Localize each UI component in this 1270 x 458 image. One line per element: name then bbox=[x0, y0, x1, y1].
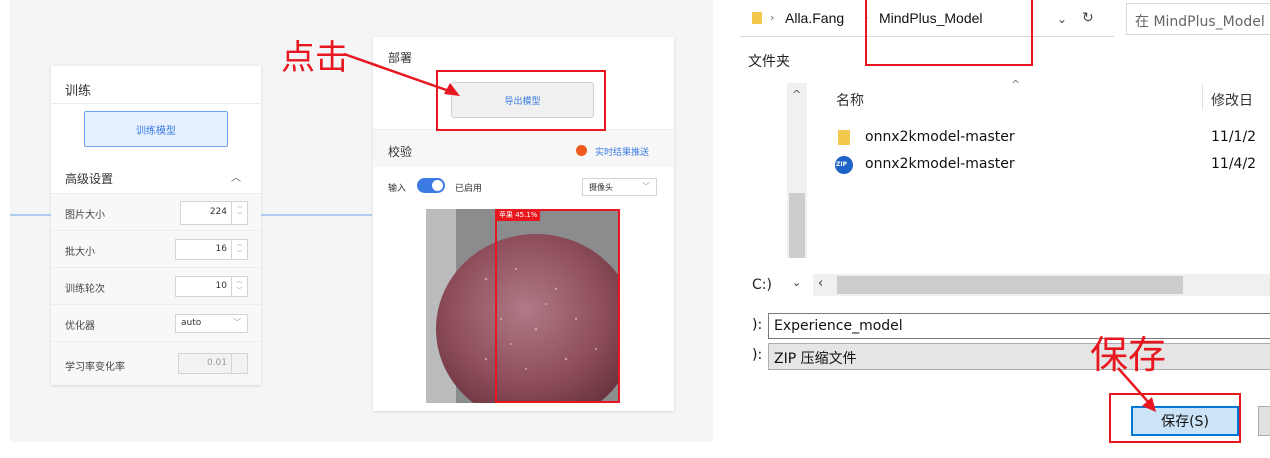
stepper-arrows-icon[interactable]: ︿ ﹀ bbox=[231, 277, 247, 296]
chevron-down-icon[interactable]: ⌄ bbox=[1057, 12, 1067, 26]
zip-icon bbox=[835, 156, 853, 174]
file-name: onnx2kmodel-master bbox=[865, 129, 1015, 145]
stepper-arrows-icon[interactable]: ︿ ﹀ bbox=[231, 240, 247, 259]
filetype-select[interactable]: ZIP 压缩文件 bbox=[768, 343, 1270, 370]
callout-arrow-icon bbox=[343, 52, 460, 96]
param-row-epochs: 训练轮次 10 ︿ ﹀ bbox=[51, 267, 261, 304]
batch-size-stepper[interactable]: 16 ︿ ﹀ bbox=[175, 239, 248, 260]
breadcrumb-highlight-box bbox=[865, 0, 1033, 66]
save-highlight-box bbox=[1109, 393, 1241, 443]
realtime-status-dot-icon bbox=[576, 145, 587, 156]
training-title: 训练 bbox=[65, 84, 92, 99]
param-row-lr-decay: 学习率变化率 0.01 bbox=[51, 341, 261, 385]
horizontal-scrollbar[interactable]: ‹ bbox=[813, 274, 1270, 296]
column-header-date[interactable]: 修改日 bbox=[1211, 90, 1253, 110]
chevron-up-icon[interactable]: ︿ bbox=[231, 169, 241, 184]
advanced-settings-title: 高级设置 bbox=[65, 172, 114, 186]
search-input[interactable]: 在 MindPlus_Model 中搜索 bbox=[1126, 3, 1270, 35]
nav-scrollbar[interactable]: ^ bbox=[787, 83, 807, 258]
chevron-down-icon: ﹀ bbox=[233, 318, 241, 327]
camera-select[interactable]: 摄像头 ﹀ bbox=[582, 178, 657, 196]
param-label: 优化器 bbox=[65, 321, 95, 332]
file-row[interactable]: onnx2kmodel-master 11/4/2 bbox=[835, 154, 1258, 176]
stepper-arrows-icon bbox=[231, 354, 247, 373]
training-panel: 训练 训练模型 高级设置 ︿ 图片大小 224 ︿ ﹀ 批大小 16 ︿ ﹀ 训练轮… bbox=[51, 66, 261, 385]
input-label: 输入 bbox=[388, 184, 407, 194]
param-row-optimizer: 优化器 auto ﹀ bbox=[51, 304, 261, 341]
advanced-settings-header[interactable]: 高级设置 ︿ bbox=[51, 159, 261, 193]
folder-icon bbox=[752, 12, 762, 24]
lr-decay-stepper[interactable]: 0.01 bbox=[178, 353, 248, 374]
verify-header: 校验 实时结果推送 bbox=[373, 129, 674, 167]
nav-drive-label[interactable]: C:) bbox=[752, 277, 772, 293]
column-header-row: 名称 修改日 bbox=[740, 84, 1270, 114]
image-size-stepper[interactable]: 224 ︿ ﹀ bbox=[180, 201, 248, 225]
enabled-label: 已启用 bbox=[455, 184, 483, 194]
camera-preview: 苹果 45.1% bbox=[426, 209, 620, 403]
detection-label: 苹果 45.1% bbox=[496, 209, 541, 221]
stepper-arrows-icon[interactable]: ︿ ﹀ bbox=[231, 202, 247, 224]
breadcrumb-user[interactable]: Alla.Fang bbox=[785, 10, 844, 26]
refresh-icon[interactable]: ↻ bbox=[1082, 10, 1094, 26]
input-enable-toggle[interactable] bbox=[417, 178, 445, 193]
filetype-label: ): bbox=[752, 347, 763, 363]
cancel-button[interactable] bbox=[1258, 406, 1270, 436]
param-label: 训练轮次 bbox=[65, 284, 105, 295]
train-model-button[interactable]: 训练模型 bbox=[84, 111, 228, 147]
scroll-left-icon[interactable]: ‹ bbox=[818, 276, 823, 291]
param-label: 学习率变化率 bbox=[65, 362, 125, 373]
verify-title: 校验 bbox=[388, 145, 413, 159]
folder-icon bbox=[838, 130, 850, 145]
scrollbar-thumb[interactable] bbox=[789, 193, 805, 258]
epochs-stepper[interactable]: 10 ︿ ﹀ bbox=[175, 276, 248, 297]
param-label: 批大小 bbox=[65, 247, 95, 258]
param-label: 图片大小 bbox=[65, 210, 105, 221]
chevron-right-icon: › bbox=[770, 11, 775, 24]
click-callout-label: 点击 bbox=[281, 38, 349, 78]
save-dialog: › Alla.Fang › MindPlus_Model ⌄ ↻ 在 MindP… bbox=[740, 0, 1270, 458]
scrollbar-thumb[interactable] bbox=[837, 276, 1183, 294]
scroll-up-icon[interactable]: ^ bbox=[792, 88, 801, 101]
param-row-batch-size: 批大小 16 ︿ ﹀ bbox=[51, 230, 261, 267]
optimizer-select[interactable]: auto ﹀ bbox=[175, 314, 248, 333]
chevron-down-icon: ﹀ bbox=[642, 182, 650, 191]
divider bbox=[51, 103, 261, 104]
detection-box bbox=[495, 209, 620, 403]
file-name: onnx2kmodel-master bbox=[865, 156, 1015, 172]
chevron-down-icon[interactable]: ⌄ bbox=[792, 276, 801, 289]
file-date: 11/4/2 bbox=[1211, 156, 1257, 172]
new-folder-button[interactable]: 文件夹 bbox=[748, 51, 790, 71]
realtime-push-label[interactable]: 实时结果推送 bbox=[595, 145, 649, 158]
column-header-name[interactable]: 名称 bbox=[836, 90, 864, 110]
filename-input[interactable]: Experience_model bbox=[768, 313, 1270, 339]
file-date: 11/1/2 bbox=[1211, 129, 1257, 145]
param-row-image-size: 图片大小 224 ︿ ﹀ bbox=[51, 193, 261, 230]
filename-label: ): bbox=[752, 317, 763, 333]
column-divider bbox=[1202, 84, 1203, 110]
file-row[interactable]: onnx2kmodel-master 11/1/2 bbox=[838, 127, 1258, 149]
